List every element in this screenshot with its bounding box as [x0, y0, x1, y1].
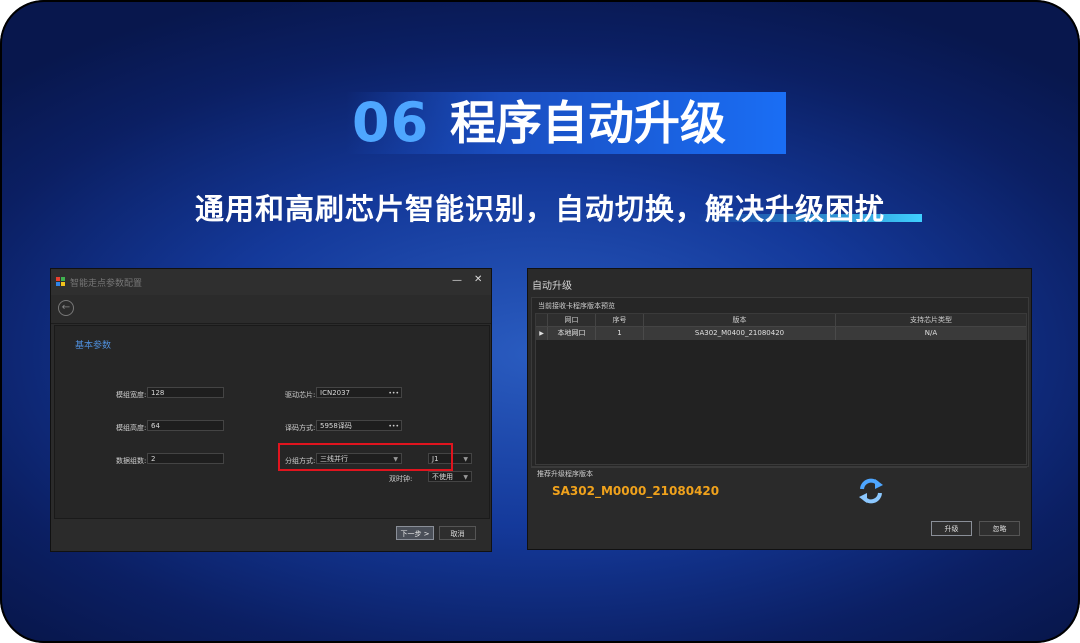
current-version-group: 当前接收卡程序版本预览 网口 序号 版本 支持芯片类型 ▶ 本地网口 1 SA3…	[531, 297, 1029, 467]
section-number: 06	[352, 91, 430, 154]
module-height-label: 模组高度:	[116, 424, 147, 432]
module-width-input[interactable]: 128	[147, 387, 224, 398]
page-subtitle: 通用和高刷芯片智能识别，自动切换，解决升级困扰	[194, 192, 885, 226]
row-index: 1	[596, 327, 644, 340]
window-footer: 下一步 > 取消	[51, 519, 491, 551]
table-header: 网口 序号 版本 支持芯片类型	[536, 314, 1026, 327]
group-mode-highlight	[278, 443, 453, 471]
window-titlebar: 智能走点参数配置 — ✕	[51, 269, 491, 296]
table-row[interactable]: ▶ 本地网口 1 SA302_M0400_21080420 N/A	[536, 327, 1026, 340]
row-port: 本地网口	[548, 327, 596, 340]
recommend-label: 推荐升级程序版本	[537, 470, 593, 478]
page-title: 程序自动升级	[450, 96, 726, 150]
window-title: 自动升级	[532, 281, 572, 292]
decode-mode-field[interactable]: 5958译码 •••	[316, 420, 402, 431]
clock-value: 不使用	[432, 473, 453, 481]
decode-mode-value: 5958译码	[320, 422, 352, 430]
upgrade-button[interactable]: 升级	[931, 521, 972, 536]
module-height-input[interactable]: 64	[147, 420, 224, 431]
col-port: 网口	[548, 314, 596, 326]
param-config-window: 智能走点参数配置 — ✕ ← 基本参数 模组宽度: 128 模组高度: 64 数…	[50, 268, 492, 552]
version-table: 网口 序号 版本 支持芯片类型 ▶ 本地网口 1 SA302_M0400_210…	[535, 313, 1027, 465]
more-dots-icon[interactable]: •••	[388, 388, 399, 399]
back-arrow-icon[interactable]: ←	[58, 300, 74, 316]
group-label: 当前接收卡程序版本预览	[538, 302, 615, 310]
refresh-icon[interactable]	[856, 476, 886, 506]
chevron-down-icon: ▼	[463, 456, 468, 463]
clock-select[interactable]: 不使用 ▼	[428, 471, 472, 482]
recommend-version: SA302_M0000_21080420	[552, 484, 720, 498]
clock-label: 双时钟:	[389, 475, 413, 483]
row-chip: N/A	[924, 329, 938, 337]
auto-upgrade-window: 自动升级 当前接收卡程序版本预览 网口 序号 版本 支持芯片类型 ▶ 本地网口 …	[527, 268, 1032, 550]
toolbar-row: ←	[51, 295, 491, 324]
app-logo-icon	[56, 277, 66, 287]
driver-chip-value: ICN2037	[320, 389, 351, 397]
minimize-icon[interactable]: —	[452, 275, 462, 286]
driver-chip-label: 驱动芯片:	[285, 391, 316, 399]
next-button[interactable]: 下一步 >	[396, 526, 434, 540]
module-width-label: 模组宽度:	[116, 391, 147, 399]
decode-mode-label: 译码方式:	[285, 424, 316, 432]
section-title: 基本参数	[75, 341, 112, 351]
promo-frame: 06 程序自动升级 通用和高刷芯片智能识别，自动切换，解决升级困扰 智能走点参数…	[0, 0, 1080, 643]
ignore-button[interactable]: 忽略	[979, 521, 1020, 536]
window-title: 智能走点参数配置	[70, 279, 143, 289]
data-groups-label: 数据组数:	[116, 457, 147, 465]
basic-params-panel: 基本参数	[54, 325, 490, 519]
close-icon[interactable]: ✕	[474, 274, 482, 285]
driver-chip-field[interactable]: ICN2037 •••	[316, 387, 402, 398]
cancel-button[interactable]: 取消	[439, 526, 476, 540]
row-version: SA302_M0400_21080420	[644, 327, 836, 340]
chevron-down-icon: ▼	[463, 474, 468, 481]
col-chip: 支持芯片类型	[910, 316, 952, 324]
data-groups-input[interactable]: 2	[147, 453, 224, 464]
row-selector-icon: ▶	[536, 327, 548, 340]
col-index: 序号	[596, 314, 644, 326]
recommend-version-group: 推荐升级程序版本 SA302_M0000_21080420	[531, 467, 1027, 514]
col-version: 版本	[644, 314, 836, 326]
more-dots-icon[interactable]: •••	[388, 421, 399, 432]
